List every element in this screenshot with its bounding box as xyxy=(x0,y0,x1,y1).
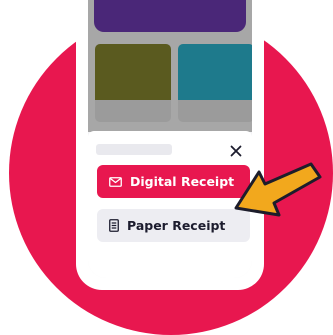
envelope-icon xyxy=(109,176,122,187)
close-button[interactable] xyxy=(228,143,244,159)
paper-receipt-label: Paper Receipt xyxy=(127,218,226,233)
dimmed-content-area xyxy=(88,0,252,132)
arrow-icon xyxy=(234,162,322,217)
product-tile xyxy=(95,44,171,122)
sheet-title-placeholder xyxy=(96,144,172,155)
close-icon xyxy=(230,145,242,157)
digital-receipt-button[interactable]: Digital Receipt xyxy=(97,165,250,198)
receipt-bottom-sheet: Digital Receipt Paper Receipt xyxy=(88,131,252,278)
phone-screen: Digital Receipt Paper Receipt xyxy=(88,0,252,278)
phone-frame: Digital Receipt Paper Receipt xyxy=(76,0,264,290)
product-tile xyxy=(178,44,252,122)
paper-receipt-button[interactable]: Paper Receipt xyxy=(97,209,250,242)
digital-receipt-label: Digital Receipt xyxy=(130,174,235,189)
product-image-teal xyxy=(178,44,252,100)
product-image-olive xyxy=(95,44,171,100)
document-icon xyxy=(109,219,119,232)
app-header xyxy=(94,0,246,32)
